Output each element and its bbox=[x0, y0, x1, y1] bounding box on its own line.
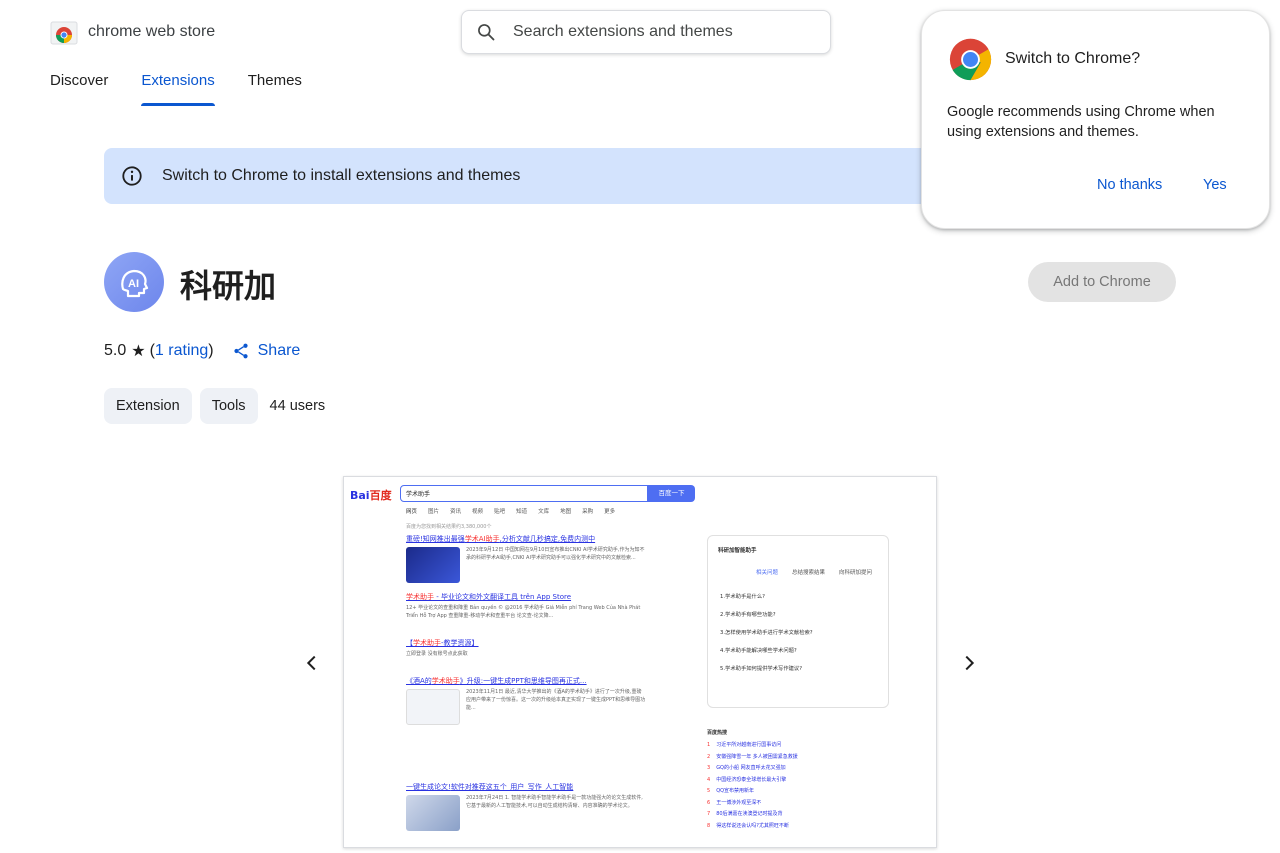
user-count: 44 users bbox=[269, 398, 326, 414]
tab-themes[interactable]: Themes bbox=[248, 72, 302, 105]
ai-question: 5.学术助手如何提供学术写作建议? bbox=[720, 666, 803, 672]
search-box[interactable] bbox=[461, 10, 831, 54]
screenshot-tab: 文库 bbox=[538, 509, 550, 515]
hot-title: 百度热搜 bbox=[707, 730, 728, 736]
chrome-web-store-icon bbox=[50, 21, 78, 45]
screenshot-tab: 更多 bbox=[604, 509, 616, 515]
hot-item: 2 安徽强降雪一年 多人被困需紧急救援 bbox=[707, 753, 798, 760]
yes-button[interactable]: Yes bbox=[1203, 177, 1227, 193]
screenshot-tab: 贴吧 bbox=[494, 509, 506, 515]
hot-item: 3 GQ的小船 网友直呼太花又强加 bbox=[707, 765, 786, 771]
add-to-chrome-button[interactable]: Add to Chrome bbox=[1028, 262, 1176, 302]
chevron-left-icon[interactable] bbox=[301, 652, 323, 674]
screenshot-tab: 采购 bbox=[582, 509, 594, 515]
hot-item: 8 得这样说还会认吗?尤其照旺不断 bbox=[707, 822, 789, 829]
ai-question: 2.学术助手有哪些功能? bbox=[720, 612, 776, 618]
screenshot-result: 学术助手 - 毕业论文和外文翻译工具 trên App Store 12+ 毕业… bbox=[406, 593, 641, 619]
screenshot-tab: 知道 bbox=[516, 509, 528, 515]
dialog-body: Google recommends using Chrome when usin… bbox=[947, 104, 1215, 140]
hot-item: 5 QQ宣布禁用新年 bbox=[707, 788, 755, 794]
tab-discover[interactable]: Discover bbox=[50, 72, 108, 105]
screenshot-ai-panel: 科研加智能助手 相关问题 总结搜索结果 向科研加提问 1.学术助手是什么? 2.… bbox=[707, 535, 889, 708]
hot-item: 7 80后满嘉在渎澳登记时提及背 bbox=[707, 811, 783, 817]
dialog-title: Switch to Chrome? bbox=[1005, 50, 1141, 67]
search-input[interactable] bbox=[513, 23, 813, 41]
chrome-logo-icon bbox=[949, 38, 992, 81]
screenshot-hot-list: 百度热搜 1 习近平所对越南进行国事访问 2 安徽强降雪一年 多人被困需紧急救援 3… bbox=[707, 729, 887, 832]
store-name: chrome web store bbox=[88, 23, 216, 40]
rating-count-link[interactable]: 1 rating bbox=[155, 342, 208, 360]
screenshot-search-input: 学术助手 bbox=[400, 485, 648, 502]
tab-extensions[interactable]: Extensions bbox=[141, 72, 216, 106]
ai-question: 1.学术助手是什么? bbox=[720, 594, 765, 600]
ai-panel-tab: 向科研加提问 bbox=[839, 570, 873, 576]
screenshot-result: 【学术助手-教学资源】 立即登录 没有账号点此获取 bbox=[406, 639, 479, 657]
svg-text:AI: AI bbox=[128, 278, 139, 290]
screenshot-tabs: 网页 图片 资讯 视频 贴吧 知道 文库 地图 采购 更多 bbox=[406, 507, 626, 515]
store-logo[interactable]: chrome web store bbox=[50, 18, 215, 46]
main-nav: Discover Extensions Themes bbox=[50, 72, 335, 106]
screenshot-search-button: 百度一下 bbox=[648, 485, 695, 502]
hot-item: 1 习近平所对越南进行国事访问 bbox=[707, 742, 782, 748]
chip-extension[interactable]: Extension bbox=[104, 388, 192, 424]
ai-panel-tab: 总结搜索结果 bbox=[792, 570, 826, 576]
rating-value: 5.0 bbox=[104, 342, 127, 359]
screenshot-tab: 资讯 bbox=[450, 509, 462, 515]
ai-question: 4.学术助手能解决哪些学术问题? bbox=[720, 648, 797, 654]
screenshot-thumb bbox=[406, 547, 460, 583]
search-icon bbox=[478, 24, 495, 41]
rating-row: 5.0 ★ (1 rating) Share bbox=[104, 341, 300, 361]
ai-panel-tabs: 相关问题 总结搜索结果 向科研加提问 bbox=[756, 568, 886, 576]
share-button[interactable]: Share bbox=[232, 342, 301, 360]
screenshot-tab: 网页 bbox=[406, 509, 418, 515]
baidu-logo: Bai百度 bbox=[350, 489, 392, 502]
share-label: Share bbox=[257, 342, 301, 359]
extension-icon: AI bbox=[104, 252, 164, 312]
no-thanks-button[interactable]: No thanks bbox=[1097, 177, 1162, 193]
rating-paren-close: ) bbox=[208, 342, 214, 359]
screenshot-result-count: 百度为您找到相关结果约3,380,000个 bbox=[406, 524, 492, 530]
share-icon bbox=[234, 343, 248, 359]
ai-panel-title: 科研加智能助手 bbox=[718, 548, 757, 554]
chip-tools[interactable]: Tools bbox=[199, 388, 258, 424]
screenshot-thumb bbox=[406, 795, 460, 831]
info-icon bbox=[122, 166, 142, 186]
screenshot-tab: 地图 bbox=[560, 509, 572, 515]
screenshot-tab: 图片 bbox=[428, 509, 440, 515]
extension-title: 科研加 bbox=[180, 267, 277, 305]
switch-to-chrome-dialog: Switch to Chrome? Google recommends usin… bbox=[921, 10, 1270, 229]
hot-item: 6 王一博涉外观至深不 bbox=[707, 799, 762, 806]
screenshot-tab: 视频 bbox=[472, 509, 484, 515]
chips-row: Extension Tools 44 users bbox=[104, 388, 325, 424]
chevron-right-icon[interactable] bbox=[958, 652, 980, 674]
screenshot-thumb bbox=[406, 689, 460, 725]
ai-head-icon: AI bbox=[121, 269, 149, 298]
ai-question: 3.怎样使用学术助手进行学术文献检索? bbox=[720, 630, 813, 636]
extension-screenshot[interactable]: Bai百度 学术助手 百度一下 网页 图片 资讯 视频 贴吧 知道 文库 地图 … bbox=[343, 476, 937, 848]
star-icon: ★ bbox=[131, 343, 146, 360]
hot-item: 4 中国经济恐泰全球增长最大引擎 bbox=[707, 776, 787, 783]
banner-text: Switch to Chrome to install extensions a… bbox=[162, 167, 521, 184]
ai-panel-tab: 相关问题 bbox=[756, 570, 779, 576]
